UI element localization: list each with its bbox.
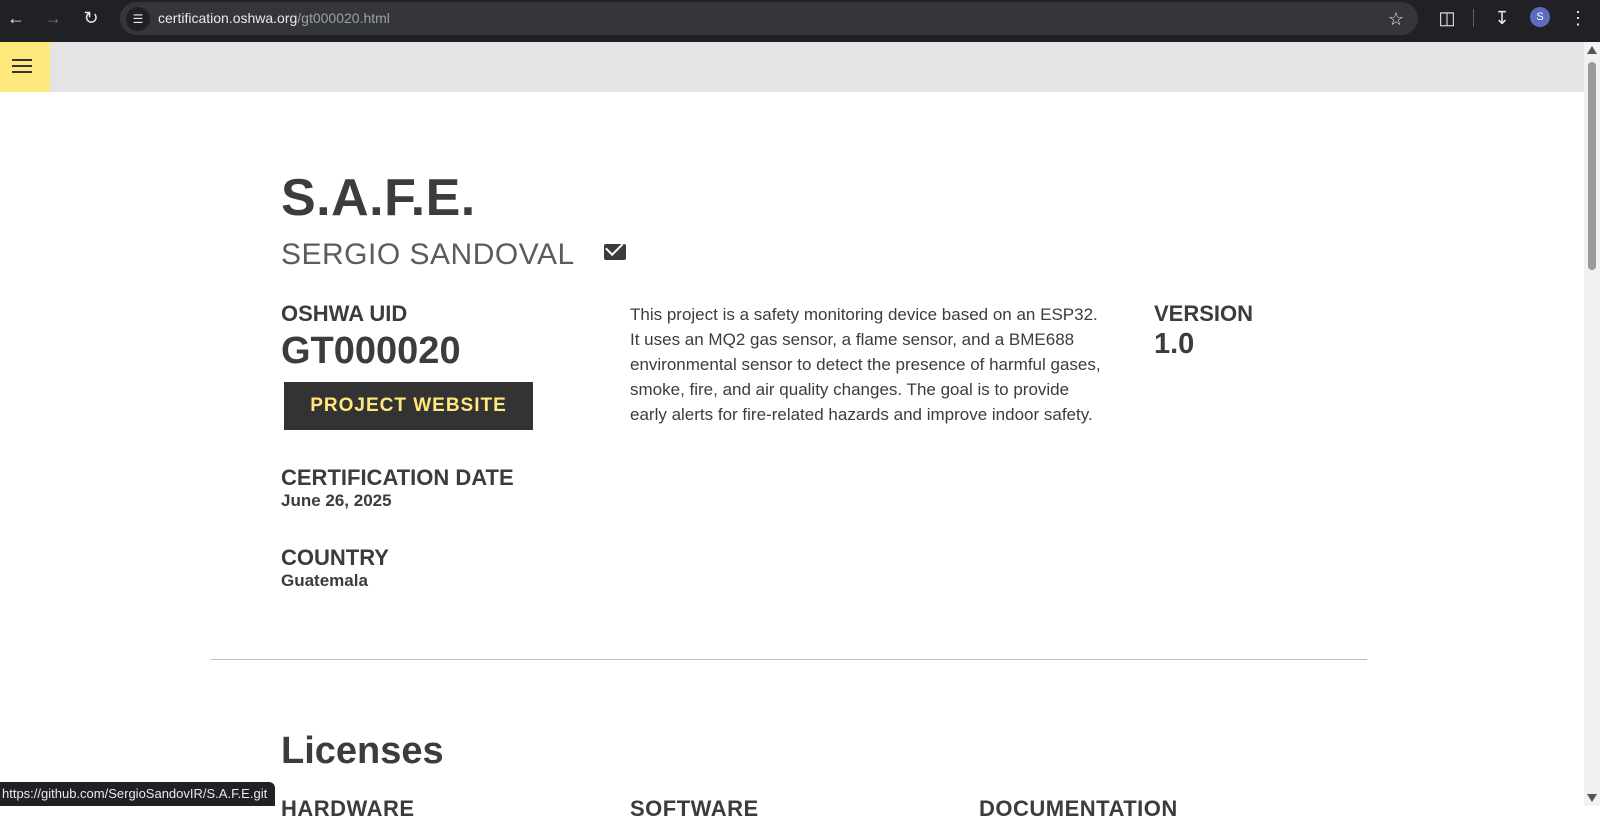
project-description: This project is a safety monitoring devi… [630,305,1101,424]
version-label: VERSION [1154,301,1254,326]
link-status-tooltip: https://github.com/SergioSandovIR/S.A.F.… [0,782,276,806]
hardware-license-label: HARDWARE [281,796,415,821]
uid-value: GT000020 [281,330,461,372]
address-bar[interactable]: ☰ certification.oshwa.org/gt000020.html … [120,2,1418,35]
section-divider [211,659,1367,660]
extensions-icon[interactable]: ◫ [1435,6,1459,30]
software-license-label: SOFTWARE [630,796,759,821]
download-icon[interactable]: ↧ [1490,6,1514,30]
browser-menu-icon[interactable]: ⋮ [1566,6,1590,30]
documentation-license-label: DOCUMENTATION [979,796,1178,821]
profile-avatar[interactable]: S [1530,7,1550,27]
country-label: COUNTRY [281,545,389,570]
uid-label: OSHWA UID [281,301,408,326]
project-author: SERGIO SANDOVAL [281,238,575,271]
bookmark-star-icon[interactable]: ☆ [1388,7,1404,31]
site-info-icon[interactable]: ☰ [126,7,150,31]
email-icon[interactable] [604,244,626,260]
page-scrollbar[interactable] [1584,42,1600,806]
project-title: S.A.F.E. [281,169,476,227]
forward-icon[interactable]: → [41,6,65,30]
hamburger-menu-icon[interactable] [0,42,50,92]
cert-date-label: CERTIFICATION DATE [281,465,514,490]
toolbar-divider [1473,9,1474,27]
back-icon[interactable]: ← [4,6,28,30]
project-website-button[interactable]: PROJECT WEBSITE [284,382,533,430]
scroll-thumb[interactable] [1588,62,1596,270]
scroll-up-arrow-icon[interactable] [1587,46,1597,54]
scroll-down-arrow-icon[interactable] [1587,794,1597,802]
licenses-heading: Licenses [281,730,444,772]
url-text[interactable]: certification.oshwa.org/gt000020.html [158,10,390,26]
browser-toolbar: ← → ↻ ☰ certification.oshwa.org/gt000020… [0,0,1600,42]
site-header-bar [0,42,1584,92]
cert-date-value: June 26, 2025 [281,491,392,510]
country-value: Guatemala [281,571,368,590]
reload-icon[interactable]: ↻ [79,6,103,30]
version-value: 1.0 [1154,328,1195,360]
